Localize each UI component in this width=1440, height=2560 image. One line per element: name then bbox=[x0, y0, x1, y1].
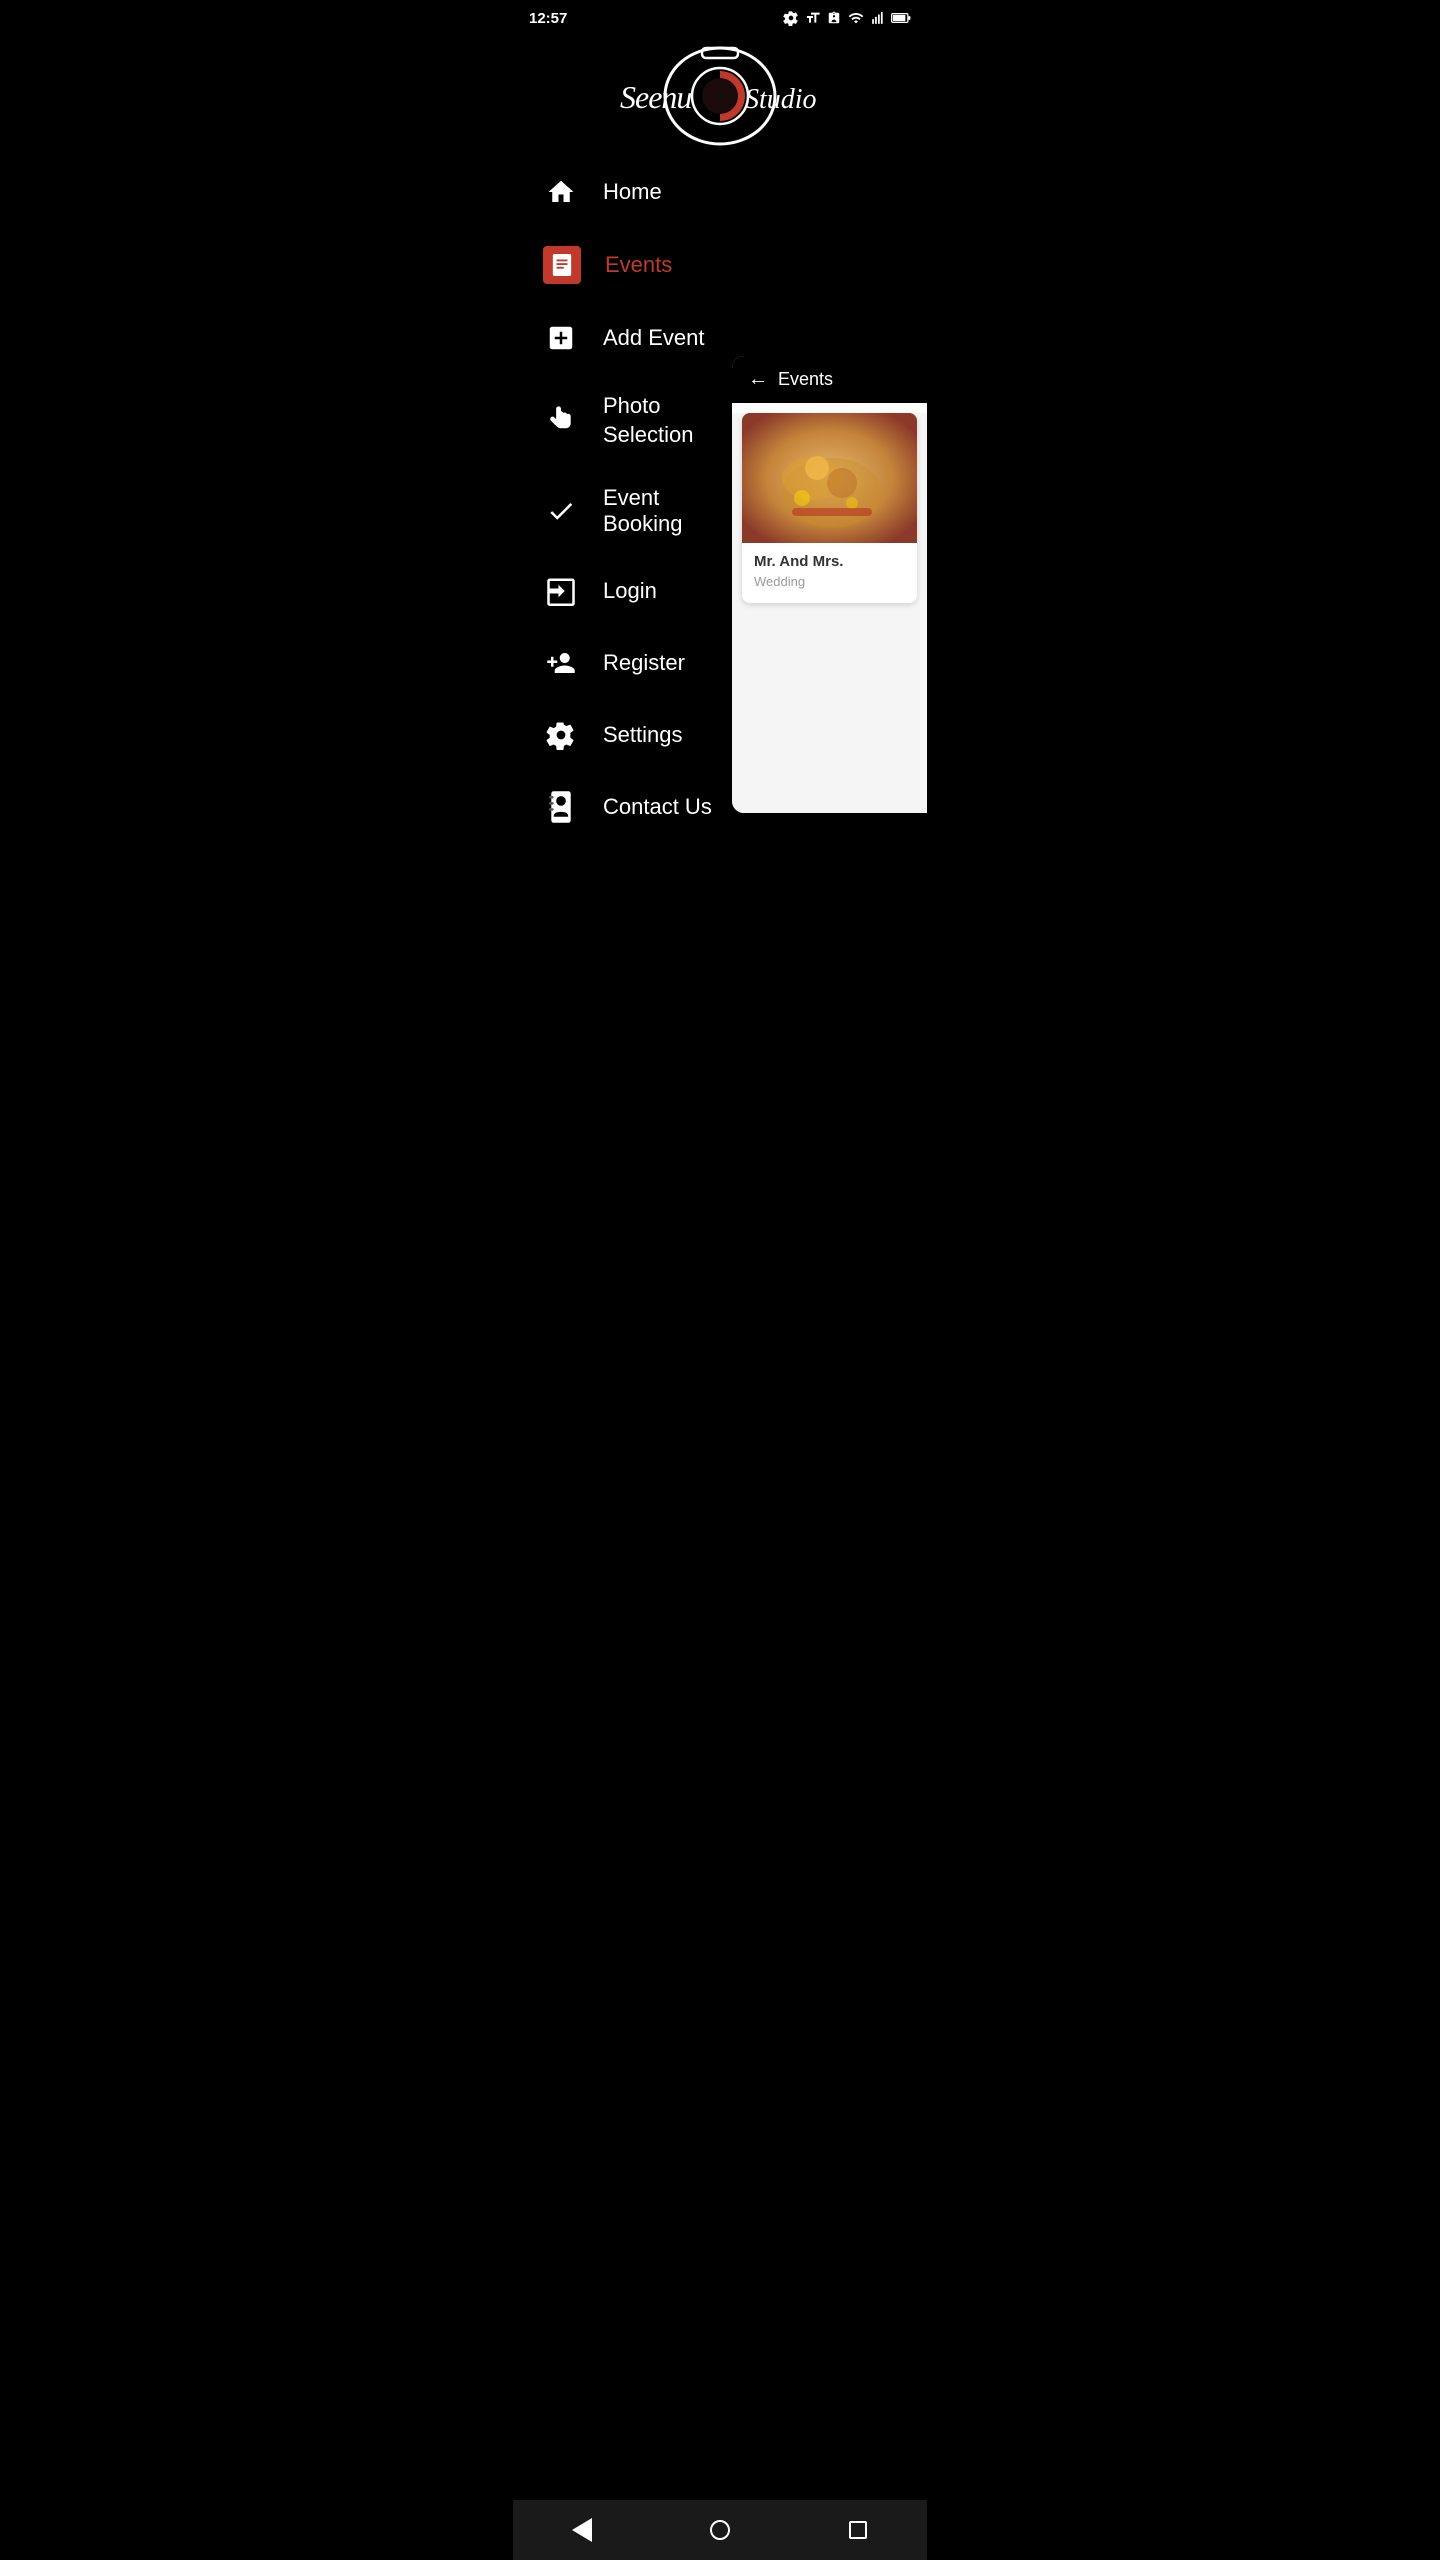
recents-square-icon bbox=[849, 2521, 867, 2539]
nav-back-button[interactable] bbox=[562, 2510, 602, 2550]
home-label: Home bbox=[603, 179, 662, 205]
add-event-label: Add Event bbox=[603, 325, 705, 351]
add-event-icon bbox=[543, 320, 579, 356]
settings-label: Settings bbox=[603, 722, 683, 748]
event-card[interactable]: Mr. And Mrs. Wedding bbox=[742, 413, 917, 603]
nav-recents-button[interactable] bbox=[838, 2510, 878, 2550]
sidebar-item-add-event[interactable]: Add Event bbox=[533, 302, 753, 374]
sidebar-item-login[interactable]: Login bbox=[533, 555, 753, 627]
sidebar-item-events[interactable]: Events bbox=[533, 228, 753, 302]
nav-home-button[interactable] bbox=[700, 2510, 740, 2550]
signal-icon bbox=[871, 10, 885, 26]
back-button[interactable]: ← bbox=[748, 368, 768, 391]
event-booking-icon bbox=[543, 493, 579, 529]
events-panel-title: Events bbox=[778, 369, 833, 390]
register-icon bbox=[543, 645, 579, 681]
settings-status-icon bbox=[783, 10, 799, 26]
events-panel: ← Events bbox=[732, 356, 927, 813]
home-icon bbox=[543, 174, 579, 210]
events-label: Events bbox=[605, 252, 672, 278]
status-bar: 12:57 bbox=[513, 0, 927, 36]
login-label: Login bbox=[603, 578, 657, 604]
svg-text:Studio: Studio bbox=[745, 84, 817, 115]
wifi-icon bbox=[847, 10, 865, 26]
sidebar-item-settings[interactable]: Settings bbox=[533, 699, 753, 771]
sidebar-item-home[interactable]: Home bbox=[533, 156, 753, 228]
sidebar-item-photo-selection[interactable]: Photo Selection bbox=[533, 374, 753, 467]
svg-text:Seenu: Seenu bbox=[620, 79, 691, 115]
sidebar-item-event-booking[interactable]: Event Booking bbox=[533, 467, 753, 555]
font-status-icon bbox=[805, 10, 821, 26]
event-booking-label: Event Booking bbox=[603, 485, 743, 537]
back-triangle-icon bbox=[572, 2518, 592, 2542]
clipboard-status-icon bbox=[827, 10, 841, 26]
events-icon bbox=[543, 246, 581, 284]
login-icon bbox=[543, 573, 579, 609]
status-time: 12:57 bbox=[529, 10, 567, 27]
battery-icon bbox=[891, 10, 911, 26]
logo-area: Seenu Studio bbox=[513, 36, 927, 146]
status-icons bbox=[783, 10, 911, 26]
event-card-title: Mr. And Mrs. bbox=[754, 553, 905, 570]
home-circle-icon bbox=[710, 2520, 730, 2540]
photo-selection-icon bbox=[543, 403, 579, 439]
contact-label: Contact Us bbox=[603, 794, 712, 820]
navigation-bar bbox=[513, 2500, 927, 2560]
events-panel-body: Mr. And Mrs. Wedding bbox=[732, 413, 927, 813]
event-card-image bbox=[742, 413, 917, 543]
event-card-info: Mr. And Mrs. Wedding bbox=[742, 543, 917, 603]
contact-icon bbox=[543, 789, 579, 825]
sidebar-item-register[interactable]: Register bbox=[533, 627, 753, 699]
register-label: Register bbox=[603, 650, 685, 676]
seenu-studio-logo: Seenu Studio bbox=[600, 36, 840, 146]
wedding-image-svg bbox=[742, 413, 917, 543]
events-panel-header: ← Events bbox=[732, 356, 927, 403]
photo-selection-label: Photo Selection bbox=[603, 392, 743, 449]
settings-icon bbox=[543, 717, 579, 753]
event-card-subtitle: Wedding bbox=[754, 574, 905, 589]
sidebar-item-contact[interactable]: Contact Us bbox=[533, 771, 753, 843]
